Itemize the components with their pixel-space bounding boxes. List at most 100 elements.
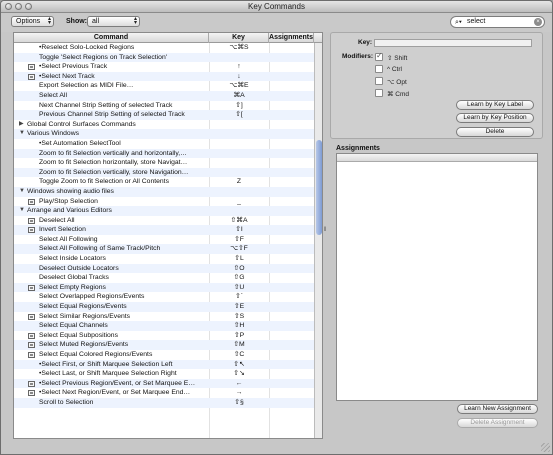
table-row[interactable]: •Select Next Track ↓ (14, 71, 314, 82)
command-window-icon (28, 284, 35, 291)
shift-modifier-checkbox[interactable] (375, 51, 383, 61)
command-name: Select Similar Regions/Events (39, 312, 131, 320)
cmd-modifier-checkbox[interactable] (375, 89, 383, 97)
table-row[interactable]: Scroll to Selection ⇧§ (14, 397, 314, 408)
command-key: ⌥⇧F (230, 245, 248, 253)
scrollbar-thumb[interactable] (316, 140, 322, 235)
show-filter-popup[interactable]: all ▴ ▾ (87, 16, 140, 27)
split-view-handle-icon[interactable]: ‖ (324, 227, 326, 233)
table-row[interactable]: Toggle 'Select Regions on Track Selectio… (14, 52, 314, 63)
opt-modifier-checkbox[interactable] (375, 77, 383, 85)
table-row[interactable]: Next Channel Strip Setting of selected T… (14, 101, 314, 111)
command-key: _ (237, 197, 241, 205)
table-row[interactable]: Select Equal Regions/Events ⇧E (14, 302, 314, 312)
table-row[interactable]: •Select Last, or Shift Marquee Selection… (14, 369, 314, 379)
command-key: ⇧S (233, 312, 245, 320)
command-name: Select All Following of Same Track/Pitch (39, 245, 161, 253)
table-row[interactable]: •Select First, or Shift Marquee Selectio… (14, 359, 314, 370)
table-row[interactable]: Deselect Global Tracks ⇧G (14, 273, 314, 283)
disclosure-expanded-icon[interactable]: ▼ (19, 187, 25, 197)
table-row[interactable]: Select Overlapped Regions/Events ⇧` (14, 292, 314, 302)
assignments-title: Assignments (336, 145, 380, 152)
command-window-icon (28, 217, 35, 224)
table-row[interactable]: ▼ Various Windows (14, 129, 314, 139)
command-key: ↓ (237, 72, 241, 80)
table-row[interactable]: Toggle Zoom to fit Selection or All Cont… (14, 177, 314, 187)
command-name: Play/Stop Selection (39, 197, 98, 205)
cmd-modifier-label: ⌘ Cmd (387, 91, 410, 98)
table-row[interactable]: Play/Stop Selection _ (14, 197, 314, 207)
command-window-icon (28, 198, 35, 205)
table-row[interactable]: ▶ Global Control Surfaces Commands (14, 120, 314, 130)
delete-key-button[interactable]: Delete (456, 127, 534, 137)
command-key: ⇧` (235, 293, 243, 301)
command-name: Deselect All (39, 216, 75, 224)
learn-by-key-position-button[interactable]: Learn by Key Position (456, 113, 534, 123)
command-window-icon (28, 342, 35, 349)
key-input-field[interactable] (374, 39, 532, 47)
table-row[interactable]: •Select Previous Track ↑ (14, 62, 314, 72)
delete-assignment-button[interactable]: Delete Assignment (457, 418, 538, 428)
learn-new-assignment-button[interactable]: Learn New Assignment (457, 404, 538, 414)
column-header-assignments[interactable]: Assignments (269, 33, 314, 43)
table-row[interactable]: ▼ Windows showing audio files (14, 186, 314, 197)
disclosure-expanded-icon[interactable]: ▼ (19, 206, 25, 216)
command-name: •Select Last, or Shift Marquee Selection… (39, 370, 177, 378)
table-rows: •Reselect Solo-Locked Regions ⌥⌘S Toggle '… (14, 43, 314, 408)
table-row[interactable]: Zoom to fit Selection vertically and hor… (14, 148, 314, 159)
table-row[interactable]: •Select Previous Region/Event, or Set Ma… (14, 378, 314, 389)
table-row[interactable]: Select All Following of Same Track/Pitch… (14, 244, 314, 255)
command-name: Select Equal Subpositions (39, 331, 118, 339)
command-name: •Select Next Region/Event, or Set Marque… (39, 389, 191, 397)
options-menu-button[interactable]: Options ▴ ▾ (11, 16, 54, 27)
command-window-icon (28, 332, 35, 339)
command-name: •Select First, or Shift Marquee Selectio… (39, 360, 173, 368)
disclosure-collapsed-icon[interactable]: ▶ (19, 120, 24, 130)
table-row[interactable]: Select Muted Regions/Events ⇧M (14, 340, 314, 350)
table-row[interactable]: ▼ Arrange and Various Editors (14, 206, 314, 216)
command-name: Select Empty Regions (39, 283, 106, 291)
table-row[interactable]: •Reselect Solo-Locked Regions ⌥⌘S (14, 43, 314, 53)
table-row[interactable]: Deselect Outside Locators ⇧O (14, 263, 314, 274)
search-input-value[interactable]: select (467, 18, 485, 25)
clear-search-icon[interactable]: × (534, 18, 542, 26)
search-field[interactable]: ⌕▾ select × (450, 16, 545, 28)
table-row[interactable]: Select Inside Locators ⇧L (14, 254, 314, 264)
command-key: ⇧↖ (233, 360, 245, 368)
command-key: ⇧⌘A (230, 216, 248, 224)
table-row[interactable]: Select Similar Regions/Events ⇧S (14, 312, 314, 322)
table-row[interactable]: Invert Selection ⇧I (14, 225, 314, 235)
command-name: Toggle 'Select Regions on Track Selectio… (39, 53, 168, 61)
command-key: ⇧E (233, 303, 245, 311)
table-row[interactable]: Select All ⌘A (14, 90, 314, 101)
table-row[interactable]: •Select Next Region/Event, or Set Marque… (14, 388, 314, 398)
search-icon: ⌕▾ (455, 19, 462, 26)
table-row[interactable]: Export Selection as MIDI File… ⌥⌘E (14, 81, 314, 91)
command-key: ⇧[ (235, 111, 243, 119)
table-row[interactable]: Select All Following ⇧F (14, 235, 314, 245)
table-row[interactable]: Select Equal Channels ⇧H (14, 321, 314, 331)
table-row[interactable]: Zoom to fit Selection horizontally, stor… (14, 158, 314, 168)
table-row[interactable]: Deselect All ⇧⌘A (14, 216, 314, 226)
modifiers-label: Modifiers: (342, 53, 374, 60)
table-header: Command Key Assignments (14, 33, 322, 43)
table-row[interactable]: Select Empty Regions ⇧U (14, 282, 314, 293)
resize-grip-icon[interactable] (541, 443, 550, 452)
ctrl-modifier-checkbox[interactable] (375, 65, 383, 73)
learn-by-key-label-button[interactable]: Learn by Key Label (456, 100, 534, 110)
column-header-command[interactable]: Command (14, 33, 209, 43)
table-vertical-scrollbar[interactable] (314, 43, 322, 438)
command-key: ⇧M (233, 341, 245, 349)
disclosure-expanded-icon[interactable]: ▼ (19, 129, 25, 139)
command-key: → (235, 389, 243, 397)
table-row[interactable]: Select Equal Colored Regions/Events ⇧C (14, 350, 314, 360)
popup-arrows-icon: ▴ ▾ (133, 16, 137, 26)
column-header-key[interactable]: Key (209, 33, 269, 43)
command-name: Global Control Surfaces Commands (27, 120, 136, 128)
shift-modifier-label: ⇧ Shift (387, 55, 408, 62)
table-row[interactable]: Previous Channel Strip Setting of select… (14, 110, 314, 120)
assignments-list[interactable] (336, 153, 538, 401)
table-row[interactable]: Select Equal Subpositions ⇧P (14, 331, 314, 341)
table-row[interactable]: •Set Automation SelectTool (14, 139, 314, 149)
table-row[interactable]: Zoom to fit Selection vertically, store … (14, 167, 314, 178)
